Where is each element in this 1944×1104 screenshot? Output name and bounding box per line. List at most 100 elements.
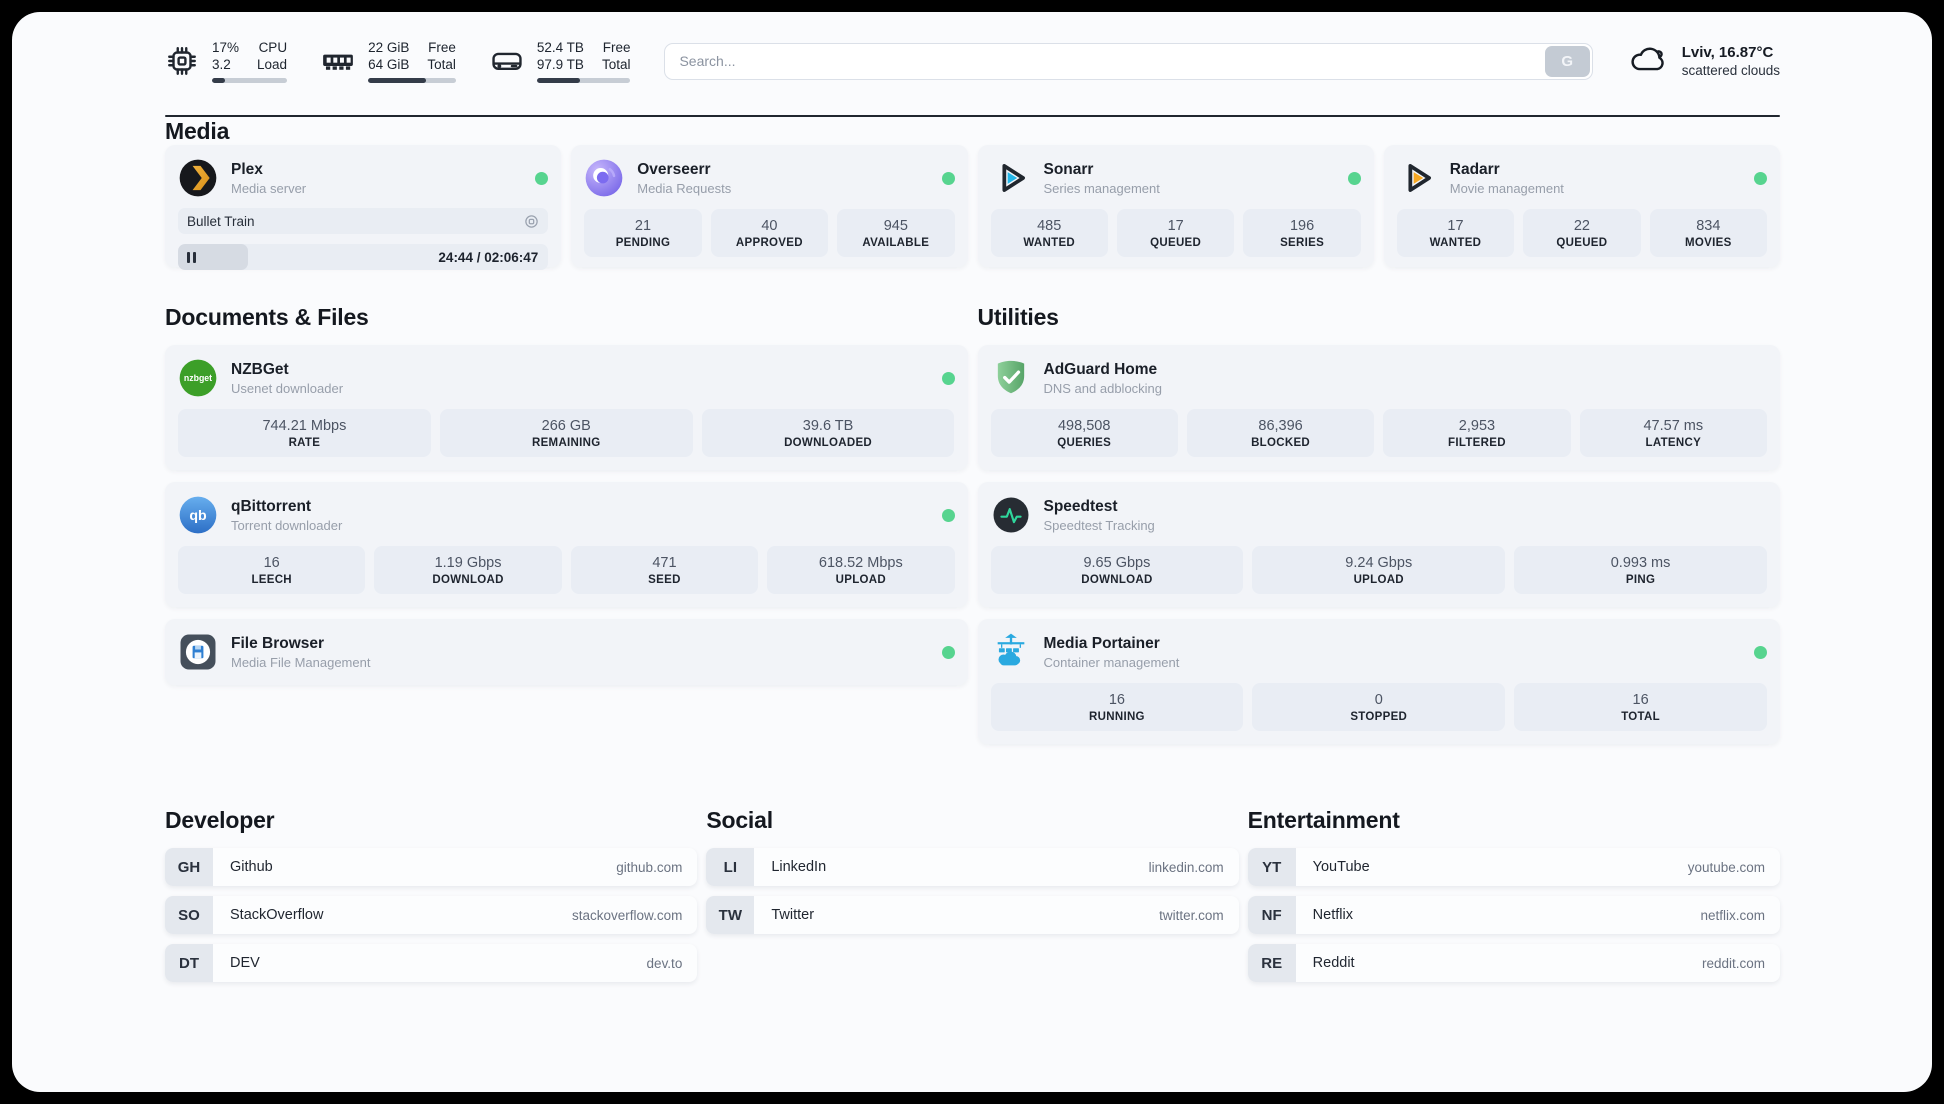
bookmark-github[interactable]: GH Github github.com (165, 848, 698, 886)
session-camera-icon (524, 214, 539, 229)
radarr-icon (1397, 158, 1437, 198)
bookmark-name: Reddit (1312, 955, 1355, 971)
stat-box: 47.57 ms LATENCY (1579, 409, 1767, 457)
stat-box: 16 RUNNING (990, 683, 1244, 731)
ram-icon (321, 44, 355, 78)
memory-progress-bar (368, 78, 456, 83)
disk-progress-fill (536, 78, 580, 83)
app-subtitle: Torrent downloader (231, 517, 343, 533)
stat-box: 17 QUEUED (1116, 209, 1235, 257)
bookmark-url: reddit.com (1701, 955, 1765, 971)
cpu-chip-icon (165, 44, 199, 78)
disk-free-label: Free (602, 40, 631, 55)
bookmark-badge: YT (1247, 848, 1296, 886)
status-dot (1347, 171, 1361, 185)
status-dot (941, 508, 955, 522)
stat-box: 9.65 Gbps DOWNLOAD (990, 546, 1244, 594)
cloud-icon (1627, 38, 1669, 85)
now-playing-title: Bullet Train (187, 213, 255, 229)
bookmark-name: StackOverflow (230, 907, 324, 923)
app-card-nzbget[interactable]: nzbget NZBGet Usenet downloader 744.21 M… (165, 345, 968, 470)
app-card-adguard-home[interactable]: AdGuard Home DNS and adblocking 498,508 … (977, 345, 1780, 470)
status-dot (535, 171, 549, 185)
section-title-developer: Developer (165, 807, 275, 833)
memory-total-label: Total (427, 57, 456, 72)
playback-progress-bar[interactable]: 24:44 / 02:06:47 (178, 244, 549, 270)
cpu-load-avg: 3.2 (212, 57, 231, 72)
search-engine-button[interactable]: G (1544, 45, 1590, 77)
section-title-utilities: Utilities (977, 304, 1059, 330)
app-name: Speedtest (1043, 497, 1118, 515)
stat-box: 9.24 Gbps UPLOAD (1252, 546, 1506, 594)
stat-box: 17 WANTED (1396, 209, 1515, 257)
utilities-column: Utilities AdGuard Home DNS and adblockin… (977, 303, 1780, 756)
app-name: NZBGet (231, 360, 289, 378)
bookmark-youtube[interactable]: YT YouTube youtube.com (1247, 848, 1780, 886)
stat-box: 196 SERIES (1243, 209, 1361, 257)
dashboard-page: 17% 3.2 CPU Load 22 GiB 64 GiB Free Tota… (12, 12, 1932, 1092)
disk-progress-bar (536, 78, 631, 83)
bookmark-netflix[interactable]: NF Netflix netflix.com (1247, 896, 1780, 934)
media-card-row: Plex Media server Bullet Train 24:44 / 0… (165, 145, 1780, 270)
bookmark-stackoverflow[interactable]: SO StackOverflow stackoverflow.com (165, 896, 698, 934)
stat-box: 266 GB REMAINING (439, 409, 693, 457)
bookmark-reddit[interactable]: RE Reddit reddit.com (1247, 944, 1780, 982)
bookmark-badge: RE (1247, 944, 1296, 982)
stat-box: 945 AVAILABLE (837, 209, 955, 257)
stat-box: 498,508 QUERIES (990, 409, 1178, 457)
bookmark-name: DEV (230, 955, 260, 971)
now-playing-bar: Bullet Train (178, 208, 549, 234)
app-name: Radarr (1449, 160, 1500, 178)
memory-widget: 22 GiB 64 GiB Free Total (321, 39, 456, 83)
app-name: Plex (231, 160, 263, 178)
app-card-speedtest[interactable]: Speedtest Speedtest Tracking 9.65 Gbps D… (977, 482, 1780, 607)
playback-time: 24:44 / 02:06:47 (438, 249, 539, 265)
bookmark-url: dev.to (646, 955, 683, 971)
bookmark-url: netflix.com (1700, 907, 1765, 923)
app-card-media-portainer[interactable]: Media Portainer Container management 16 … (977, 619, 1780, 744)
entertainment-column: Entertainment YT YouTube youtube.com NF … (1247, 806, 1780, 992)
section-title-media: Media (165, 118, 230, 144)
disk-free: 52.4 TB (536, 40, 584, 55)
speedtest-icon (991, 495, 1031, 535)
section-title-social: Social (706, 807, 773, 833)
app-subtitle: DNS and adblocking (1043, 380, 1163, 396)
app-card-file-browser[interactable]: File Browser Media File Management (165, 619, 968, 685)
app-card-qbittorrent[interactable]: qb qBittorrent Torrent downloader 16 LEE… (165, 482, 968, 607)
status-dot (1754, 171, 1767, 185)
cpu-progress-fill (212, 78, 225, 83)
cpu-widget: 17% 3.2 CPU Load (165, 39, 288, 83)
app-card-radarr[interactable]: Radarr Movie management 17 WANTED 22 QUE… (1383, 145, 1780, 267)
bookmark-twitter[interactable]: TW Twitter twitter.com (706, 896, 1239, 934)
weather-widget[interactable]: Lviv, 16.87°C scattered clouds (1627, 38, 1780, 85)
stat-box: 2,953 FILTERED (1383, 409, 1571, 457)
bookmark-url: stackoverflow.com (572, 907, 683, 923)
app-subtitle: Movie management (1449, 180, 1564, 196)
app-name: AdGuard Home (1043, 360, 1158, 378)
cpu-percent: 17% (212, 40, 240, 55)
file-browser-icon (178, 632, 218, 672)
section-title-entertainment: Entertainment (1247, 807, 1400, 833)
app-card-plex[interactable]: Plex Media server Bullet Train 24:44 / 0… (165, 145, 562, 270)
pause-icon[interactable] (187, 251, 196, 263)
search-input[interactable] (664, 42, 1593, 80)
bookmark-url: twitter.com (1159, 907, 1224, 923)
app-card-overseerr[interactable]: Overseerr Media Requests 21 PENDING 40 A… (571, 145, 968, 267)
stat-box: 40 APPROVED (710, 209, 829, 257)
app-card-sonarr[interactable]: Sonarr Series management 485 WANTED 17 Q… (977, 145, 1374, 267)
bookmark-linkedin[interactable]: LI LinkedIn linkedin.com (706, 848, 1239, 886)
bookmark-badge: TW (706, 896, 755, 934)
app-subtitle: Usenet downloader (231, 380, 344, 396)
bookmark-name: Twitter (771, 907, 815, 923)
bookmark-dev[interactable]: DT DEV dev.to (165, 944, 698, 982)
bookmark-name: Github (230, 859, 273, 875)
plex-icon (178, 158, 218, 198)
stat-box: 21 PENDING (584, 209, 702, 257)
bookmark-url: youtube.com (1687, 859, 1765, 875)
portainer-icon (991, 632, 1031, 672)
bookmark-url: linkedin.com (1148, 859, 1224, 875)
memory-total: 64 GiB (368, 57, 410, 72)
app-subtitle: Media server (231, 180, 307, 196)
stat-box: 618.52 Mbps UPLOAD (767, 546, 955, 594)
svg-text:qb: qb (189, 508, 207, 524)
